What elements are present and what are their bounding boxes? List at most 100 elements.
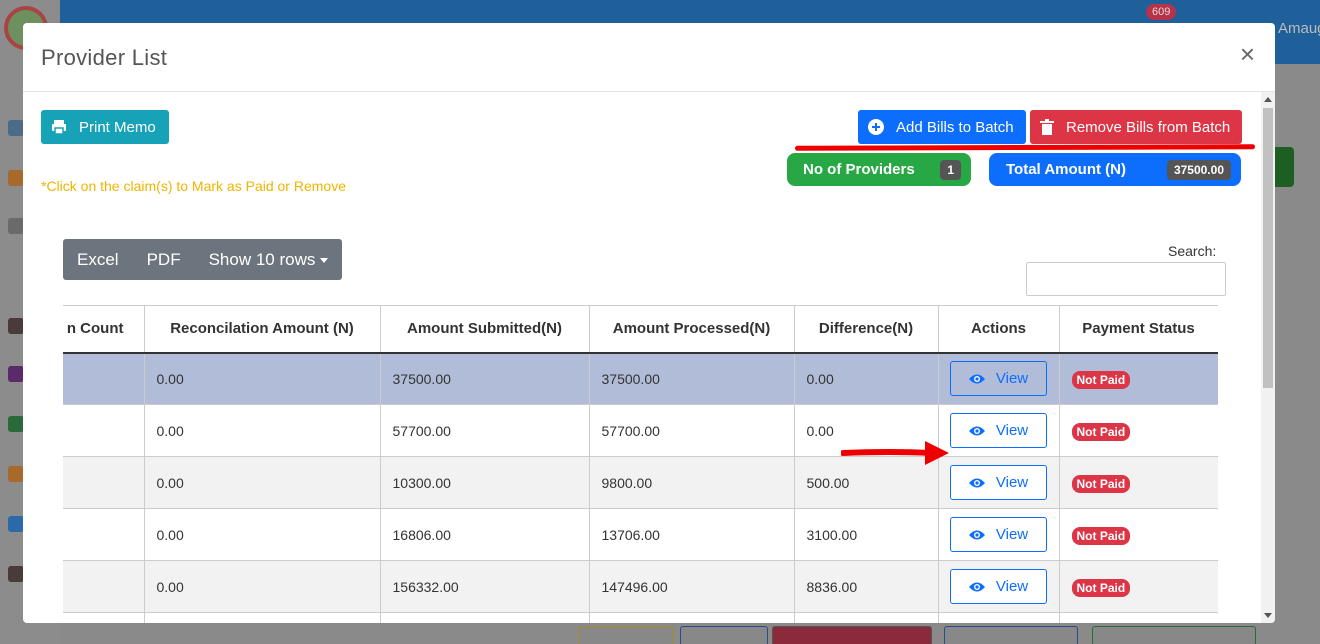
view-label: View	[995, 370, 1029, 388]
table-row[interactable]	[63, 612, 1218, 623]
plus-circle-icon	[868, 119, 884, 135]
show-rows-dropdown[interactable]: Show 10 rows	[195, 250, 343, 270]
table-row[interactable]: 0.00 57700.00 57700.00 0.00 View Not Paid	[63, 404, 1218, 457]
cell-submitted: 10300.00	[379, 456, 590, 509]
table-row[interactable]: 0.00 16806.00 13706.00 3100.00 View Not Paid	[63, 508, 1218, 561]
cell-count	[63, 508, 145, 561]
cell-processed: 147496.00	[588, 560, 795, 613]
print-memo-button[interactable]: Print Memo	[41, 110, 169, 144]
total-label: Total Amount (N)	[1006, 161, 1126, 178]
cell-difference: 3100.00	[793, 508, 939, 561]
money-icon	[8, 416, 24, 432]
phone-icon	[8, 566, 24, 582]
cell-reconciliation: 0.00	[143, 404, 381, 457]
background-download-button	[944, 626, 1078, 644]
provider-table: n Count Reconcilation Amount (N) Amount …	[63, 305, 1218, 623]
providers-count-pill: No of Providers 1	[787, 153, 971, 186]
header-reconciliation[interactable]: Reconcilation Amount (N)	[143, 305, 381, 354]
providers-count: 1	[940, 159, 961, 180]
status-badge: Not Paid	[1071, 422, 1131, 441]
view-button[interactable]: View	[949, 413, 1047, 448]
view-button[interactable]: View	[949, 517, 1047, 552]
excel-button[interactable]: Excel	[63, 250, 133, 270]
header-processed[interactable]: Amount Processed(N)	[588, 305, 795, 354]
user-name: Amaug	[1278, 20, 1320, 37]
modal-body: Print Memo Add Bills to Batch Remove Bil…	[23, 92, 1275, 623]
cell-count	[63, 612, 145, 623]
view-label: View	[995, 526, 1029, 543]
providers-label: No of Providers	[803, 161, 915, 178]
cell-reconciliation: 0.00	[143, 456, 381, 509]
provider-table-wrapper: n Count Reconcilation Amount (N) Amount …	[63, 305, 1218, 623]
header-actions[interactable]: Actions	[937, 305, 1060, 354]
close-button[interactable]: ×	[1240, 41, 1255, 67]
chevron-down-icon	[320, 257, 329, 263]
table-export-buttons: Excel PDF Show 10 rows	[63, 239, 343, 280]
eye-icon	[968, 478, 985, 487]
status-badge: Not Paid	[1071, 370, 1131, 389]
cell-actions: View	[937, 352, 1060, 405]
home-icon	[8, 120, 24, 136]
cell-count	[63, 456, 145, 509]
remove-bills-button[interactable]: Remove Bills from Batch	[1030, 110, 1242, 144]
scroll-down-icon[interactable]	[1264, 613, 1272, 618]
cell-reconciliation: 0.00	[143, 560, 381, 613]
eye-icon	[968, 374, 985, 384]
cell-reconciliation: 0.00	[143, 508, 381, 561]
status-badge: Not Paid	[1071, 474, 1131, 493]
cell-processed: 9800.00	[588, 456, 795, 509]
cell-count	[63, 404, 145, 457]
eye-icon	[968, 582, 985, 591]
cell-submitted: 16806.00	[379, 508, 590, 561]
table-row[interactable]: 0.00 10300.00 9800.00 500.00 View Not Paid	[63, 456, 1218, 509]
cell-processed: 13706.00	[588, 508, 795, 561]
search-label: Search:	[1168, 243, 1217, 259]
search-input[interactable]	[1026, 262, 1226, 296]
modal-title: Provider List	[41, 45, 168, 70]
pdf-button[interactable]: PDF	[133, 250, 195, 270]
cell-actions	[937, 612, 1060, 623]
cell-reconciliation: 0.00	[143, 352, 381, 405]
status-badge: Not Paid	[1071, 578, 1131, 597]
annotation-arrow	[841, 441, 949, 465]
cell-actions: View	[937, 456, 1060, 509]
trash-icon	[1040, 119, 1054, 135]
cell-submitted: 156332.00	[379, 560, 590, 613]
view-label: View	[995, 578, 1029, 595]
eye-icon	[968, 426, 985, 435]
cell-submitted	[379, 612, 590, 623]
tag-icon	[8, 516, 24, 532]
cell-processed: 57700.00	[588, 404, 795, 457]
annotation-underline	[794, 144, 1256, 151]
view-button[interactable]: View	[949, 465, 1047, 500]
cell-payment-status: Not Paid	[1058, 456, 1218, 509]
cell-processed: 37500.00	[588, 352, 795, 405]
building-icon	[8, 318, 24, 334]
cell-actions: View	[937, 560, 1060, 613]
cell-count	[63, 352, 145, 405]
add-bills-button[interactable]: Add Bills to Batch	[858, 110, 1026, 144]
table-row[interactable]: 0.00 156332.00 147496.00 8836.00 View Not Pai…	[63, 560, 1218, 613]
cell-submitted: 37500.00	[379, 352, 590, 405]
cell-difference: 8836.00	[793, 560, 939, 613]
table-row[interactable]: 0.00 37500.00 37500.00 0.00 View Not Paid	[63, 352, 1218, 405]
view-button[interactable]: View	[949, 569, 1047, 604]
view-button[interactable]: View	[949, 361, 1047, 397]
cell-reconciliation	[143, 612, 381, 623]
cell-difference: 0.00	[793, 352, 939, 405]
header-count[interactable]: n Count	[63, 305, 145, 354]
background-view-button	[578, 626, 674, 644]
header-submitted[interactable]: Amount Submitted(N)	[379, 305, 590, 354]
show-rows-label: Show 10 rows	[208, 249, 316, 269]
office-icon	[8, 366, 24, 382]
header-payment-status[interactable]: Payment Status	[1058, 305, 1218, 354]
scroll-up-icon[interactable]	[1264, 97, 1272, 102]
modal-scrollbar[interactable]	[1261, 92, 1275, 623]
scroll-thumb[interactable]	[1263, 108, 1273, 388]
cell-actions: View	[937, 508, 1060, 561]
provider-list-modal: Provider List × Print Memo Add Bills to …	[23, 23, 1275, 623]
gear-icon	[8, 218, 24, 234]
cell-payment-status: Not Paid	[1058, 404, 1218, 457]
header-difference[interactable]: Difference(N)	[793, 305, 939, 354]
cell-processed	[588, 612, 795, 623]
